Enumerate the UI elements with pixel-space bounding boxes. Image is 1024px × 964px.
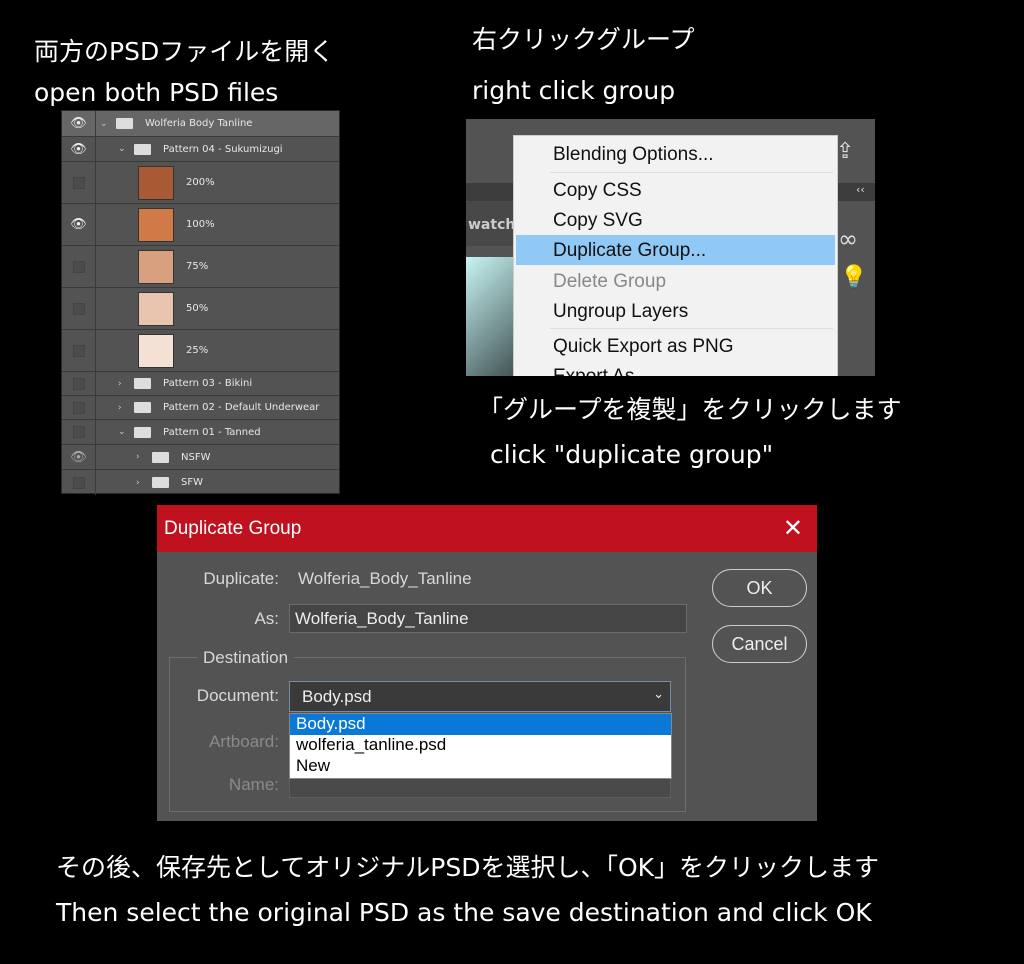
layer-row[interactable]: 50% [62, 288, 339, 330]
folder-icon [134, 378, 151, 389]
layer-row[interactable]: 75% [62, 246, 339, 288]
option-body-psd[interactable]: Body.psd [290, 714, 671, 735]
visibility-checkbox[interactable] [72, 302, 85, 315]
visibility-checkbox[interactable] [72, 176, 85, 189]
layer-row[interactable]: 200% [62, 162, 339, 204]
option-wolferia-tanline[interactable]: wolferia_tanline.psd [290, 735, 671, 756]
document-select-value: Body.psd [302, 687, 372, 706]
layer-row-nsfw[interactable]: 👁 › NSFW [62, 445, 339, 470]
ok-button[interactable]: OK [712, 569, 807, 607]
layer-row-group4[interactable]: 👁 ⌄ Pattern 04 - Sukumizugi [62, 137, 339, 162]
folder-icon [116, 118, 133, 129]
layer-row[interactable]: 👁 100% [62, 204, 339, 246]
name-label: Name: [228, 775, 279, 794]
caption-step3-ja: 「グループを複製」をクリックします [478, 395, 902, 424]
cancel-button[interactable]: Cancel [712, 625, 807, 663]
option-new[interactable]: New [290, 756, 671, 777]
menu-item-quick-export[interactable]: Quick Export as PNG [553, 336, 734, 358]
caption-step4-en: Then select the original PSD as the save… [56, 898, 872, 927]
folder-icon [152, 451, 169, 463]
menu-item-duplicate-group[interactable]: Duplicate Group... [553, 240, 706, 262]
eye-icon[interactable]: 👁 [62, 445, 96, 469]
caption-step1-ja: 両方のPSDファイルを開く [34, 37, 335, 66]
duplicate-group-dialog: Duplicate Group ✕ Duplicate: Wolferia_Bod… [157, 505, 817, 821]
as-input[interactable]: Wolferia_Body_Tanline [289, 604, 687, 633]
caption-step1-en: open both PSD files [34, 78, 279, 107]
layer-row[interactable]: 25% [62, 330, 339, 372]
duplicate-value: Wolferia_Body_Tanline [298, 569, 472, 588]
eye-icon[interactable]: 👁 [62, 137, 96, 161]
menu-item-export-as[interactable]: Export As... [553, 366, 650, 376]
eye-icon[interactable]: 👁 [62, 204, 96, 245]
folder-icon [134, 402, 151, 413]
layer-row-sfw[interactable]: › SFW [62, 470, 339, 495]
visibility-checkbox[interactable] [72, 401, 85, 414]
artboard-label: Artboard: [209, 732, 279, 751]
visibility-checkbox[interactable] [72, 344, 85, 357]
caption-step2-ja: 右クリックグループ [472, 25, 695, 54]
close-icon[interactable]: ✕ [783, 514, 803, 543]
document-dropdown-list: Body.psd wolferia_tanline.psd New [289, 713, 672, 779]
layer-thumbnail [138, 207, 174, 242]
menu-item-delete-group[interactable]: Delete Group [553, 271, 666, 293]
gradient-preview [466, 257, 513, 376]
menu-item-copy-css[interactable]: Copy CSS [553, 180, 642, 202]
layer-row-root[interactable]: 👁 ⌄ Wolferia Body Tanline [62, 111, 339, 137]
dialog-title-bar: Duplicate Group ✕ [157, 505, 817, 552]
layers-panel: 👁 ⌄ Wolferia Body Tanline 👁 ⌄ Pattern 04 - S… [61, 110, 340, 495]
layer-row-group3[interactable]: › Pattern 03 - Bikini [62, 372, 339, 396]
folder-icon [134, 143, 151, 155]
as-label: As: [254, 609, 279, 628]
layer-thumbnail [138, 333, 174, 368]
layer-thumbnail [138, 165, 174, 200]
visibility-checkbox[interactable] [72, 377, 85, 390]
creative-cloud-icon[interactable]: ∞ [838, 225, 858, 253]
collapse-icon[interactable]: ‹‹ [856, 183, 865, 196]
eye-icon[interactable]: 👁 [62, 111, 96, 136]
layer-thumbnail [138, 249, 174, 284]
visibility-checkbox[interactable] [72, 260, 85, 273]
caption-step4-ja: その後、保存先としてオリジナルPSDを選択し、「OK」をクリックします [56, 853, 880, 882]
document-select[interactable]: Body.psd ⌄ [289, 681, 671, 712]
chevron-down-icon: ⌄ [653, 686, 664, 701]
folder-icon [152, 477, 169, 488]
context-menu: Blending Options... Copy CSS Copy SVG Du… [513, 135, 838, 376]
share-icon[interactable]: ⇪ [836, 139, 854, 164]
caption-step3-en: click "duplicate group" [490, 440, 774, 469]
dialog-title: Duplicate Group [164, 517, 302, 539]
menu-item-ungroup-layers[interactable]: Ungroup Layers [553, 301, 688, 323]
layer-row-group1[interactable]: ⌄ Pattern 01 - Tanned [62, 420, 339, 445]
visibility-checkbox[interactable] [72, 426, 85, 438]
destination-legend: Destination [197, 648, 295, 668]
menu-item-copy-svg[interactable]: Copy SVG [553, 210, 643, 232]
document-label: Document: [196, 686, 279, 705]
folder-icon [134, 426, 151, 438]
lightbulb-icon[interactable]: 💡 [840, 265, 867, 290]
caption-step2-en: right click group [472, 76, 676, 105]
visibility-checkbox[interactable] [72, 476, 85, 489]
menu-item-blending-options[interactable]: Blending Options... [553, 144, 714, 166]
duplicate-label: Duplicate: [203, 569, 279, 588]
photoshop-context-area: watche ⇪ ‹‹ ∞ 💡 Blending Options... Copy… [466, 119, 875, 376]
layer-thumbnail [138, 291, 174, 326]
layer-row-group2[interactable]: › Pattern 02 - Default Underwear [62, 396, 339, 420]
